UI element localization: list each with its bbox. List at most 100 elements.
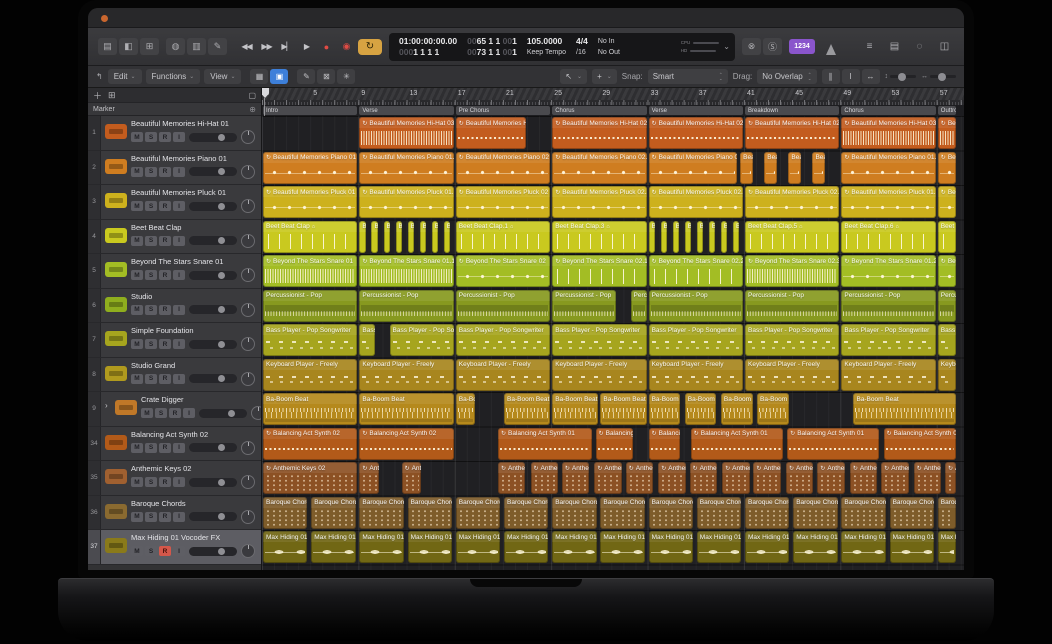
region[interactable]: Bass Player - Pop Songwriter <box>938 324 956 356</box>
volume-slider[interactable] <box>189 133 237 142</box>
track-name[interactable]: Anthemic Keys 02 <box>131 464 257 473</box>
region[interactable]: ↻Balancing Act Synth 01 <box>498 428 592 460</box>
region[interactable]: Beautiful Memories Piano <box>788 152 800 184</box>
region[interactable]: ↻Anthemic Keys 02 <box>914 462 942 494</box>
region[interactable]: ↻Beautiful Memories Pluck <box>938 186 956 218</box>
track-row[interactable]: 3Beautiful Memories Pluck 01MSRI <box>88 185 261 220</box>
close-window-icon[interactable] <box>101 15 108 22</box>
region[interactable]: Ba-Boom Beat <box>853 393 956 425</box>
r-button[interactable]: R <box>159 339 171 349</box>
region[interactable]: Beautiful Memories Piano <box>812 152 824 184</box>
volume-slider[interactable] <box>189 340 237 349</box>
i-button[interactable]: I <box>173 167 185 177</box>
track-name[interactable]: Beet Beat Clap <box>131 223 257 232</box>
goto-end-icon[interactable]: ▶▏ <box>278 39 295 55</box>
m-button[interactable]: M <box>131 132 143 142</box>
capture-recording-icon[interactable]: ◉ <box>338 39 355 55</box>
lcd-chevron-down-icon[interactable]: ⌄ <box>721 35 730 59</box>
region[interactable]: ↻Beautiful Memories Piano 01.1 <box>359 152 453 184</box>
region[interactable]: Beet Beat Clap <box>371 221 377 253</box>
region[interactable]: Baroque Chords <box>697 497 741 529</box>
i-button[interactable]: I <box>173 477 185 487</box>
drag-select[interactable]: No Overlap ⌃⌄ <box>757 69 816 84</box>
region[interactable]: Beautiful Memories Piano <box>740 152 752 184</box>
horizontal-zoom-slider[interactable]: ↔ <box>921 73 956 80</box>
region[interactable]: Bass Player - Pop Songwriter <box>456 324 550 356</box>
region[interactable]: ↻Anthemic Keys 02 <box>658 462 686 494</box>
region[interactable]: ↻Anthemic Keys 02 <box>594 462 622 494</box>
m-button[interactable]: M <box>131 477 143 487</box>
region[interactable]: Ba-Boom Beat <box>685 393 717 425</box>
pan-knob[interactable] <box>241 199 255 213</box>
arrangement-marker[interactable]: Outtro <box>938 106 956 115</box>
rewind-icon[interactable]: ◀◀ <box>238 39 255 55</box>
region[interactable]: Ba-Boom Beat <box>757 393 789 425</box>
i-button[interactable]: I <box>173 339 185 349</box>
s-button[interactable]: S <box>145 374 157 384</box>
region[interactable]: ↻Beautiful Memories Pluck 02.3 <box>745 186 839 218</box>
i-button[interactable]: I <box>173 305 185 315</box>
apple-loops-icon[interactable]: ◌ <box>910 38 929 55</box>
region[interactable]: ↻Beautiful Memories Hi-Hat <box>938 117 956 149</box>
mute-all-icon[interactable]: ⊗ <box>742 38 761 55</box>
s-button[interactable]: S <box>145 305 157 315</box>
region[interactable]: Max Hiding 01 Vocoder FX <box>504 531 548 563</box>
duplicate-track-button[interactable]: ⊞ <box>108 90 116 101</box>
region[interactable]: ↻Beautiful Memories Hi-Hat 02 <box>456 117 526 149</box>
region[interactable]: Baroque Chords <box>600 497 644 529</box>
region[interactable]: Percussionist - Pop <box>456 290 550 322</box>
inspector-icon[interactable]: ◧ <box>119 38 138 55</box>
pan-knob[interactable] <box>241 234 255 248</box>
region[interactable]: Baroque Chords <box>263 497 307 529</box>
i-button[interactable]: I <box>173 236 185 246</box>
track-name[interactable]: Crate Digger <box>141 395 257 404</box>
track-row[interactable]: 8Studio GrandMSRI <box>88 358 261 393</box>
menu-functions[interactable]: Functions⌄ <box>146 69 201 84</box>
region[interactable]: ↻Beautiful Memories Pluck 01.1 <box>359 186 453 218</box>
region[interactable]: Ba-Boom Beat <box>456 393 476 425</box>
i-button[interactable]: I <box>183 408 195 418</box>
region[interactable]: Ba-Boom Beat <box>263 393 357 425</box>
arrangement-marker[interactable]: Breakdown <box>745 106 839 115</box>
snap-select[interactable]: Smart ⌃⌄ <box>648 69 728 84</box>
pan-knob[interactable] <box>241 475 255 489</box>
region[interactable]: Keyboard Player - Freely <box>649 359 743 391</box>
region[interactable]: Beet Beat Clap <box>721 221 727 253</box>
region[interactable]: ↻Anthemic Keys 02 <box>626 462 654 494</box>
region[interactable]: Percussionist - Pop <box>552 290 616 322</box>
track-row[interactable]: 9›Crate DiggerMSRI <box>88 392 261 427</box>
region[interactable]: Baroque Chords <box>890 497 934 529</box>
region[interactable]: Beet Beat Clap.1⌂ <box>456 221 550 253</box>
track-row[interactable]: 34Balancing Act Synth 02MSRI <box>88 427 261 462</box>
region[interactable]: ↻Balancing Act Synth 01 <box>884 428 957 460</box>
region[interactable]: ↻Beyond The Stars Snare 02.1 <box>552 255 646 287</box>
smart-controls-icon[interactable]: ◍ <box>166 38 185 55</box>
region[interactable]: Bass Player - Pop Songwriter <box>841 324 935 356</box>
region[interactable]: Beet Beat Clap <box>649 221 655 253</box>
region[interactable]: Ba-Boom Beat <box>649 393 681 425</box>
automation-icon[interactable]: ✎ <box>297 69 315 84</box>
region[interactable]: ↻Beautiful Memories Piano <box>938 152 956 184</box>
region[interactable]: Keyboard Player - Freely <box>263 359 357 391</box>
r-button[interactable]: R <box>159 512 171 522</box>
region[interactable]: Max Hiding 01 Vocoder FX <box>793 531 837 563</box>
s-button[interactable]: S <box>145 546 157 556</box>
r-button[interactable]: R <box>159 236 171 246</box>
grid-view-icon[interactable]: ▦ <box>250 69 268 84</box>
m-button[interactable]: M <box>131 339 143 349</box>
region[interactable]: ↻Anthemic Keys 02 <box>562 462 590 494</box>
region[interactable]: Beet Beat Clap <box>685 221 691 253</box>
region[interactable]: ↻Anthemic Keys 02 <box>945 462 956 494</box>
metronome-icon[interactable] <box>822 39 840 55</box>
region[interactable]: ↻Balancing Act Synth 01 <box>787 428 879 460</box>
volume-slider[interactable] <box>189 374 237 383</box>
volume-slider[interactable] <box>189 202 237 211</box>
region[interactable]: Beet Beat Clap.5⌂ <box>745 221 839 253</box>
region[interactable]: ↻Beyond The Stars Snare 01.1 <box>359 255 453 287</box>
region[interactable]: Beet Beat Clap <box>709 221 715 253</box>
region[interactable]: ↻Anthemic Keys 02 <box>817 462 845 494</box>
region[interactable]: Beet Beat Clap <box>673 221 679 253</box>
region[interactable]: ↻Beyond The Stars Snare 02.3 <box>745 255 839 287</box>
region[interactable]: Beautiful Memories Piano <box>764 152 776 184</box>
track-row[interactable]: 37Max Hiding 01 Vocoder FXMSRI <box>88 530 261 565</box>
